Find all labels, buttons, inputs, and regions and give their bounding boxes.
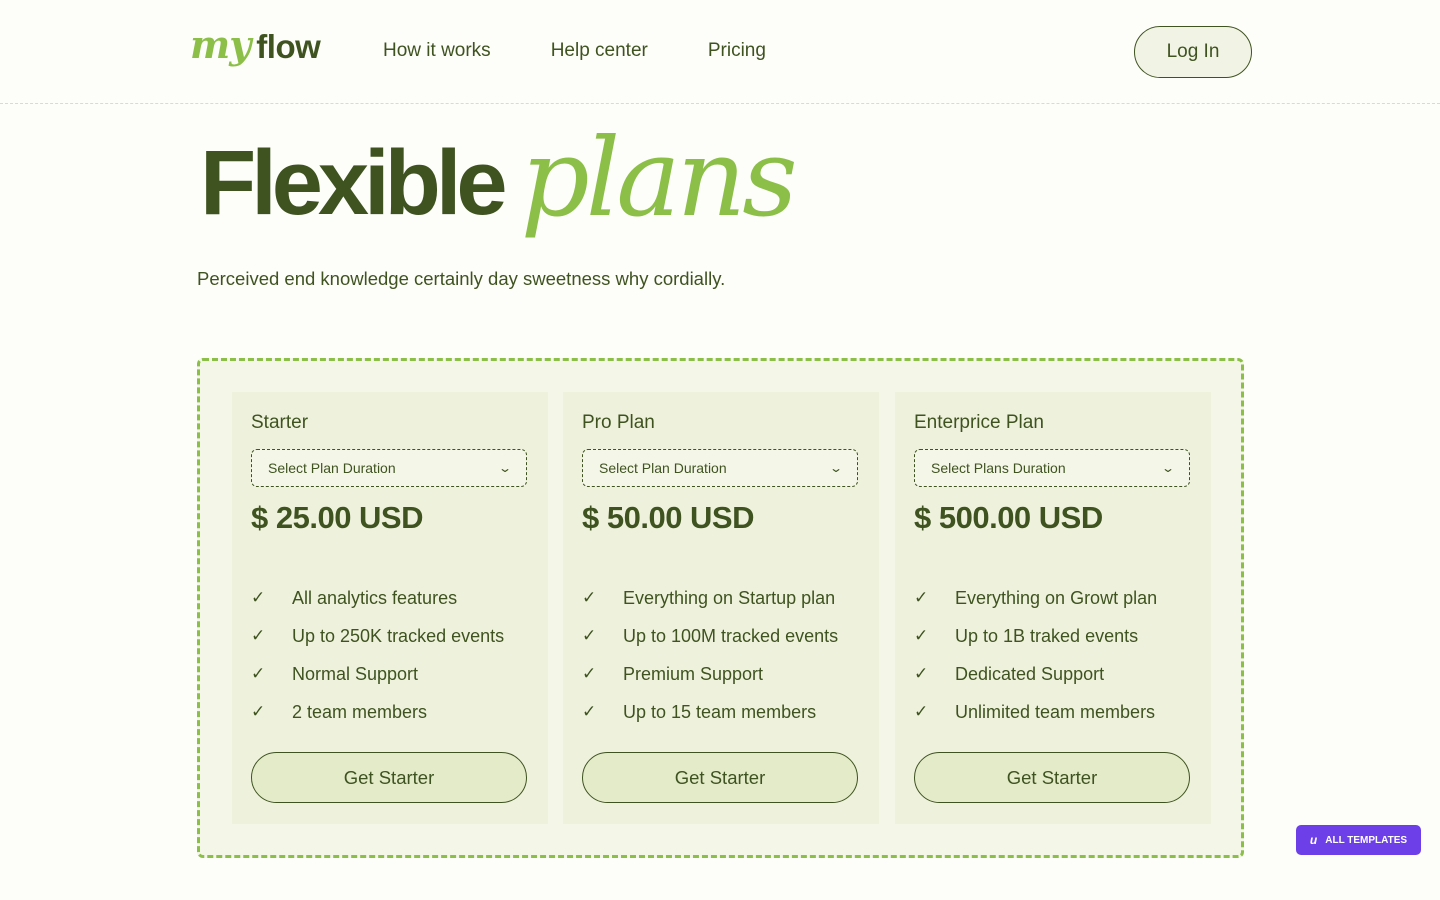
main-nav: How it works Help center Pricing	[383, 40, 826, 62]
site-header: my flow How it works Help center Pricing…	[0, 0, 1440, 104]
list-item: ✓ Up to 1B traked events	[914, 617, 1157, 655]
plan-price: $ 25.00 USD	[251, 500, 424, 535]
page-title: Flexible plans	[200, 124, 798, 258]
check-icon: ✓	[914, 702, 929, 721]
check-icon: ✓	[914, 626, 929, 645]
list-item: ✓ 2 team members	[251, 693, 504, 731]
list-item: ✓ Everything on Growt plan	[914, 579, 1157, 617]
check-icon: ✓	[582, 588, 597, 607]
list-item: ✓ Up to 100M tracked events	[582, 617, 838, 655]
feature-text: All analytics features	[292, 587, 458, 608]
list-item: ✓ Up to 250K tracked events	[251, 617, 504, 655]
feature-text: Dedicated Support	[955, 663, 1105, 684]
feature-list: ✓ Everything on Growt plan ✓ Up to 1B trak…	[914, 579, 1157, 731]
page-subtitle: Perceived end knowledge certainly day sw…	[197, 268, 726, 289]
list-item: ✓ Normal Support	[251, 655, 504, 693]
plan-card-starter: Starter Select Plan Duration ⌄ $ 25.00 U…	[232, 392, 548, 824]
nav-pricing[interactable]: Pricing	[708, 40, 766, 62]
check-icon: ✓	[582, 626, 597, 645]
select-placeholder: Select Plan Duration	[599, 460, 727, 476]
select-placeholder: Select Plan Duration	[268, 460, 396, 476]
feature-text: Premium Support	[623, 663, 764, 684]
list-item: ✓ Dedicated Support	[914, 655, 1157, 693]
plan-price: $ 50.00 USD	[582, 500, 755, 535]
feature-text: 2 team members	[292, 701, 428, 722]
nav-help-center[interactable]: Help center	[551, 40, 648, 62]
feature-text: Up to 250K tracked events	[292, 625, 505, 646]
check-icon: ✓	[251, 702, 266, 721]
list-item: ✓ Up to 15 team members	[582, 693, 838, 731]
feature-text: Everything on Startup plan	[623, 587, 836, 608]
feature-list: ✓ Everything on Startup plan ✓ Up to 100M …	[582, 579, 838, 731]
plan-duration-select[interactable]: Select Plans Duration ⌄	[914, 449, 1190, 487]
feature-text: Everything on Growt plan	[955, 587, 1158, 608]
get-starter-button[interactable]: Get Starter	[251, 752, 527, 803]
check-icon: ✓	[251, 588, 266, 607]
templates-logo-icon: u	[1309, 833, 1318, 847]
list-item: ✓ Everything on Startup plan	[582, 579, 838, 617]
plan-name: Enterprice Plan	[914, 412, 1044, 433]
logo-my-text: my	[190, 22, 251, 67]
select-placeholder: Select Plans Duration	[931, 460, 1066, 476]
check-icon: ✓	[582, 702, 597, 721]
chevron-down-icon: ⌄	[828, 461, 844, 475]
list-item: ✓ Premium Support	[582, 655, 838, 693]
feature-text: Up to 15 team members	[623, 701, 817, 722]
feature-text: Unlimited team members	[955, 701, 1156, 722]
plan-duration-select[interactable]: Select Plan Duration ⌄	[251, 449, 527, 487]
check-icon: ✓	[582, 664, 597, 683]
feature-list: ✓ All analytics features ✓ Up to 250K trac…	[251, 579, 504, 731]
get-starter-button[interactable]: Get Starter	[582, 752, 858, 803]
templates-label: ALL TEMPLATES	[1325, 834, 1408, 846]
get-starter-button[interactable]: Get Starter	[914, 752, 1190, 803]
check-icon: ✓	[914, 664, 929, 683]
feature-text: Normal Support	[292, 663, 419, 684]
all-templates-button[interactable]: u ALL TEMPLATES	[1296, 825, 1421, 855]
chevron-down-icon: ⌄	[497, 461, 513, 475]
plan-card-enterprise: Enterprice Plan Select Plans Duration ⌄ …	[895, 392, 1211, 824]
brand-logo[interactable]: my flow	[190, 22, 321, 78]
chevron-down-icon: ⌄	[1160, 461, 1176, 475]
check-icon: ✓	[914, 588, 929, 607]
plan-card-pro: Pro Plan Select Plan Duration ⌄ $ 50.00 …	[563, 392, 879, 824]
plan-name: Starter	[251, 412, 309, 433]
plan-duration-select[interactable]: Select Plan Duration ⌄	[582, 449, 858, 487]
check-icon: ✓	[251, 626, 266, 645]
login-button[interactable]: Log In	[1134, 26, 1252, 78]
title-flexible: Flexible	[200, 132, 508, 234]
plan-price: $ 500.00 USD	[914, 500, 1103, 535]
check-icon: ✓	[251, 664, 266, 683]
plan-name: Pro Plan	[582, 412, 655, 433]
feature-text: Up to 1B traked events	[955, 625, 1139, 646]
feature-text: Up to 100M tracked events	[623, 625, 839, 646]
nav-how-it-works[interactable]: How it works	[383, 40, 491, 62]
title-plans: plans	[520, 116, 798, 241]
logo-flow-text: flow	[256, 28, 321, 65]
list-item: ✓ All analytics features	[251, 579, 504, 617]
list-item: ✓ Unlimited team members	[914, 693, 1157, 731]
